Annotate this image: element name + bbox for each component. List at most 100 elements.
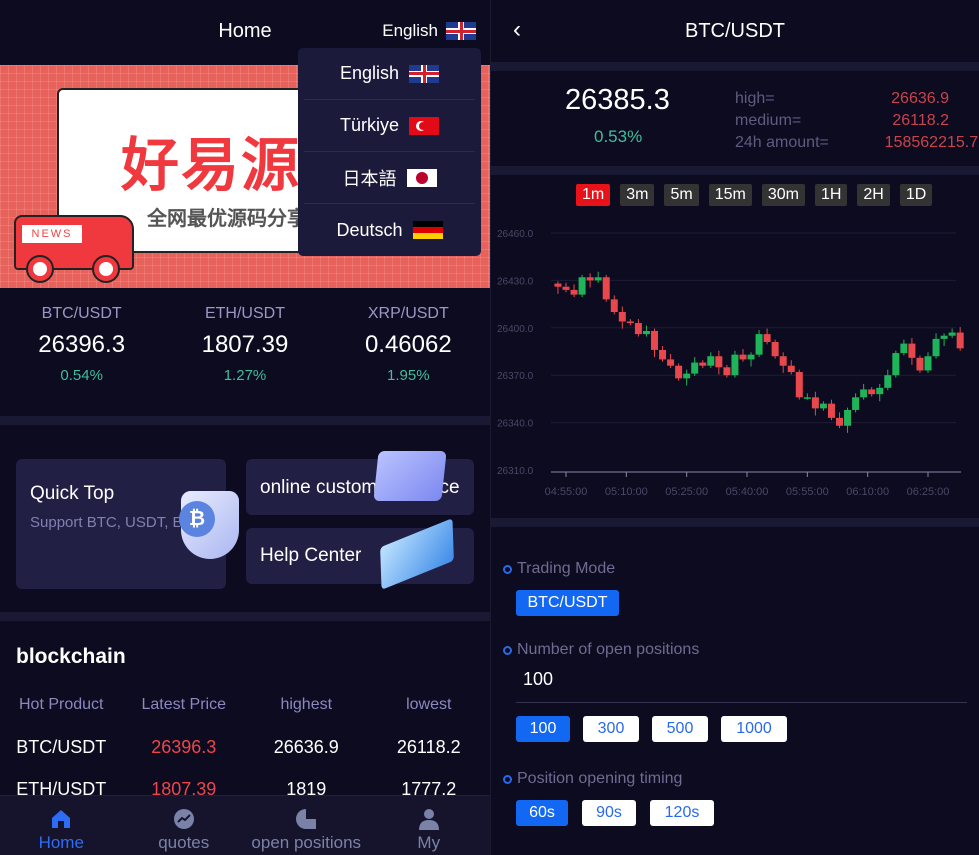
candle-body [940, 335, 948, 339]
candle-body [948, 332, 956, 336]
option-button[interactable]: 60s [516, 800, 568, 826]
ticker-pair: XRP/USDT [367, 305, 449, 322]
bottom-nav: Home quotes open positions My [0, 795, 490, 855]
candle-body [602, 277, 610, 300]
stat-value: 158562215.72 [884, 134, 979, 151]
nav-my[interactable]: My [368, 796, 491, 855]
timeframe-30m[interactable]: 30m [761, 184, 805, 206]
table-row[interactable]: BTC/USDT 26396.3 26636.9 26118.2 [0, 726, 490, 768]
folder-icon [373, 451, 447, 501]
column-header: highest [280, 696, 333, 713]
option-button[interactable]: 1000 [721, 716, 787, 742]
price-change: 0.53% [594, 127, 643, 146]
language-option-label: Türkiye [339, 115, 399, 135]
jp-flag-icon [406, 168, 437, 187]
nav-home[interactable]: Home [0, 796, 123, 855]
shield-icon: ₿ [179, 491, 239, 559]
option-button[interactable]: 300 [583, 716, 639, 742]
home-icon [50, 808, 72, 830]
candle-body [594, 277, 602, 281]
candle-body [819, 403, 827, 409]
ticker-item[interactable]: XRP/USDT 0.46062 1.95% [327, 305, 490, 384]
language-option-label: Deutsch [336, 219, 403, 240]
language-option[interactable]: English [304, 48, 475, 100]
x-tick-label: 06:25:00 [907, 486, 950, 498]
nav-quotes[interactable]: quotes [123, 796, 246, 855]
candle-body [739, 354, 747, 360]
nav-label: quotes [158, 833, 210, 852]
candle-body [803, 397, 811, 399]
ticker-strip: BTC/USDT 26396.3 0.54% ETH/USDT 1807.39 1.27%… [0, 305, 490, 384]
y-tick-label: 26310.0 [497, 466, 534, 477]
column-header: Latest Price [141, 696, 226, 713]
language-option[interactable]: Deutsch [304, 204, 475, 256]
timing-label: Position opening timing [503, 770, 682, 788]
candle-body [852, 397, 860, 410]
ticker-pair: ETH/USDT [204, 305, 285, 322]
timeframe-3m[interactable]: 3m [620, 184, 655, 206]
positions-input[interactable]: 100 [523, 669, 553, 690]
candle-body [707, 356, 715, 366]
timeframe-1m[interactable]: 1m [576, 184, 611, 206]
quick-top-subtitle: Support BTC, USDT, ETH [30, 514, 180, 531]
ticker-item[interactable]: ETH/USDT 1807.39 1.27% [163, 305, 326, 384]
table-cell: 26396.3 [151, 736, 217, 757]
ticker-change: 1.95% [387, 367, 430, 384]
language-option[interactable]: 日本語 [304, 152, 475, 204]
trade-screen: ‹ BTC/USDT 26385.3 0.53% high= 26636.9 med… [490, 0, 979, 855]
timeframe-15m[interactable]: 15m [708, 184, 752, 206]
ticker-pair: BTC/USDT [41, 305, 122, 322]
option-button[interactable]: 90s [582, 800, 636, 826]
banner-headline: 好易源 [121, 133, 302, 198]
user-icon [418, 808, 440, 830]
candle-body [610, 299, 618, 312]
chart-trend-icon [173, 808, 195, 830]
ticker-item[interactable]: BTC/USDT 26396.3 0.54% [0, 305, 163, 384]
y-tick-label: 26370.0 [497, 371, 534, 382]
stat-label: medium= [735, 112, 802, 129]
language-option[interactable]: Türkiye [304, 100, 475, 152]
candle-body [683, 373, 691, 379]
ticker-change: 0.54% [60, 367, 103, 384]
candle-body [876, 387, 884, 395]
nav-open-positions[interactable]: open positions [245, 796, 368, 855]
candle-body [779, 356, 787, 366]
timeframe-1H[interactable]: 1H [814, 184, 848, 206]
online-service-card[interactable]: online customer service [246, 451, 474, 515]
timeframe-1D[interactable]: 1D [899, 184, 933, 206]
timeframe-2H[interactable]: 2H [857, 184, 890, 206]
trading-mode-label: Trading Mode [503, 560, 615, 578]
banner-subline: 全网最优源码分享 [147, 208, 307, 230]
option-button[interactable]: 120s [650, 800, 714, 826]
timeframe-5m[interactable]: 5m [664, 184, 699, 206]
y-tick-label: 26460.0 [497, 229, 534, 240]
candle-body [715, 356, 723, 368]
language-selector[interactable]: English [382, 21, 476, 41]
x-tick-label: 04:55:00 [545, 486, 588, 498]
candle-body [932, 338, 940, 357]
candle-body [626, 321, 634, 324]
option-button[interactable]: 500 [652, 716, 708, 742]
candle-body [723, 367, 731, 376]
stat-label: high= [735, 90, 775, 107]
candle-body [844, 409, 852, 426]
candle-body [924, 356, 932, 371]
trade-title: BTC/USDT [685, 20, 785, 42]
x-tick-label: 05:10:00 [605, 486, 648, 498]
candlestick-chart: 26460.0 26430.0 26400.0 26370.0 26340.0 26310… [497, 229, 964, 498]
candle-body [634, 323, 642, 335]
home-screen: Home English 好易源 全网最优源码分享 NEWS English Tü… [0, 0, 490, 855]
help-center-card[interactable]: Help Center [246, 518, 474, 590]
de-flag-icon [412, 221, 443, 239]
pie-icon [295, 808, 317, 830]
trading-mode-button[interactable]: BTC/USDT [516, 590, 619, 616]
y-tick-label: 26430.0 [497, 276, 534, 287]
candle-body [691, 362, 699, 374]
ticker-price: 0.46062 [364, 331, 452, 358]
option-button[interactable]: 100 [516, 716, 570, 742]
quick-top-card[interactable]: Quick Top Support BTC, USDT, ETH ₿ [16, 459, 239, 589]
news-label: NEWS [22, 225, 82, 243]
candle-body [860, 389, 868, 398]
candle-body [763, 334, 771, 343]
stat-value: 26636.9 [891, 90, 949, 107]
